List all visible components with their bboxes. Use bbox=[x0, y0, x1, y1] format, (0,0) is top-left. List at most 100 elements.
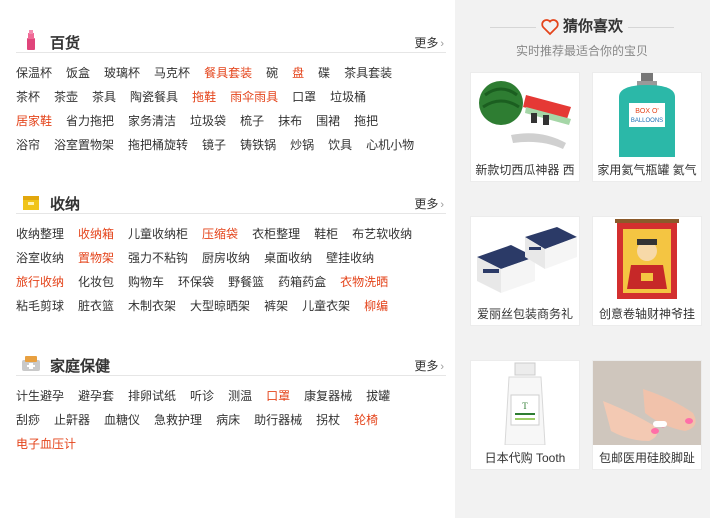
category-link[interactable]: 鞋柜 bbox=[314, 222, 338, 246]
category-link[interactable]: 浴帘 bbox=[16, 133, 40, 157]
product-card[interactable]: 包邮医用硅胶脚趾 bbox=[592, 360, 702, 470]
tag-row: 收纳整理 收纳箱 儿童收纳柜 压缩袋 衣柜整理 鞋柜 布艺软收纳 bbox=[16, 222, 446, 246]
category-link[interactable]: 止鼾器 bbox=[54, 408, 90, 432]
category-link[interactable]: 药箱药盒 bbox=[278, 270, 326, 294]
category-link[interactable]: 桌面收纳 bbox=[264, 246, 312, 270]
category-link[interactable]: 心机小物 bbox=[366, 133, 414, 157]
category-link[interactable]: 茶具 bbox=[92, 85, 116, 109]
tag-row: 浴室收纳 置物架 强力不粘钩 厨房收纳 桌面收纳 壁挂收纳 bbox=[16, 246, 446, 270]
category-link[interactable]: 饭盒 bbox=[66, 61, 90, 85]
category-link[interactable]: 茶杯 bbox=[16, 85, 40, 109]
product-card[interactable]: BOX O' BALLOONS 家用氦气瓶罐 氦气 bbox=[592, 72, 702, 182]
category-link[interactable]: 浴室置物架 bbox=[54, 133, 114, 157]
category-link[interactable]: 计生避孕 bbox=[16, 384, 64, 408]
tag-row: 浴帘 浴室置物架 拖把桶旋转 镜子 铸铁锅 炒锅 饮具 心机小物 bbox=[16, 133, 446, 157]
product-card[interactable]: T 日本代购 Tooth bbox=[470, 360, 580, 470]
category-link[interactable]: 购物车 bbox=[128, 270, 164, 294]
category-link[interactable]: 碗 bbox=[266, 61, 278, 85]
product-caption: 日本代购 Tooth bbox=[484, 451, 566, 465]
guess-subtitle: 实时推荐最适合你的宝贝 bbox=[515, 44, 648, 58]
category-link[interactable]: 脏衣篮 bbox=[78, 294, 114, 318]
chevron-right-icon: › bbox=[440, 199, 444, 211]
category-link[interactable]: 强力不粘钩 bbox=[128, 246, 188, 270]
category-link[interactable]: 拐杖 bbox=[316, 408, 340, 432]
category-link[interactable]: 保温杯 bbox=[16, 61, 52, 85]
category-link[interactable]: 测温 bbox=[228, 384, 252, 408]
category-link[interactable]: 收纳箱 bbox=[78, 222, 114, 246]
god-of-wealth-scroll-image bbox=[593, 217, 701, 301]
category-link[interactable]: 病床 bbox=[216, 408, 240, 432]
more-link[interactable]: 更多 › bbox=[414, 357, 444, 374]
category-link[interactable]: 口罩 bbox=[292, 85, 316, 109]
product-card[interactable]: 创意卷轴财神爷挂 bbox=[592, 216, 702, 326]
svg-text:BOX O': BOX O' bbox=[635, 108, 659, 115]
product-caption: 创意卷轴财神爷挂 bbox=[598, 307, 695, 321]
tag-row: 茶杯 茶壶 茶具 陶瓷餐具 拖鞋 雨伞雨具 口罩 垃圾桶 bbox=[16, 85, 446, 109]
category-link[interactable]: 衣柜整理 bbox=[252, 222, 300, 246]
category-link[interactable]: 省力拖把 bbox=[66, 109, 114, 133]
category-link[interactable]: 垃圾袋 bbox=[190, 109, 226, 133]
category-link[interactable]: 拖把 bbox=[354, 109, 378, 133]
more-link[interactable]: 更多 › bbox=[414, 34, 444, 51]
category-link[interactable]: 拖鞋 bbox=[192, 85, 216, 109]
category-link[interactable]: 木制衣架 bbox=[128, 294, 176, 318]
category-link[interactable]: 急救护理 bbox=[154, 408, 202, 432]
category-link[interactable]: 柳编 bbox=[364, 294, 388, 318]
category-link[interactable]: 收纳整理 bbox=[16, 222, 64, 246]
more-link[interactable]: 更多 › bbox=[414, 195, 444, 212]
category-link[interactable]: 碟 bbox=[318, 61, 330, 85]
category-link[interactable]: 听诊 bbox=[190, 384, 214, 408]
category-link[interactable]: 旅行收纳 bbox=[16, 270, 64, 294]
category-link[interactable]: 康复器械 bbox=[304, 384, 352, 408]
category-link[interactable]: 抹布 bbox=[278, 109, 302, 133]
category-link[interactable]: 避孕套 bbox=[78, 384, 114, 408]
category-link[interactable]: 大型晾晒架 bbox=[190, 294, 250, 318]
category-link[interactable]: 电子血压计 bbox=[16, 432, 76, 456]
category-link[interactable]: 梳子 bbox=[240, 109, 264, 133]
category-link[interactable]: 镜子 bbox=[202, 133, 226, 157]
category-link[interactable]: 厨房收纳 bbox=[202, 246, 250, 270]
product-card[interactable]: 爱丽丝包装商务礼 bbox=[470, 216, 580, 326]
category-link[interactable]: 拔罐 bbox=[366, 384, 390, 408]
category-link[interactable]: 垃圾桶 bbox=[330, 85, 366, 109]
category-link[interactable]: 裤架 bbox=[264, 294, 288, 318]
toothpaste-bottle-image: T bbox=[471, 361, 579, 445]
category-link[interactable]: 拖把桶旋转 bbox=[128, 133, 188, 157]
category-link[interactable]: 浴室收纳 bbox=[16, 246, 64, 270]
category-link[interactable]: 家务清洁 bbox=[128, 109, 176, 133]
category-link[interactable]: 口罩 bbox=[266, 384, 290, 408]
product-card[interactable]: 新款切西瓜神器 西 bbox=[470, 72, 580, 182]
category-link[interactable]: 铸铁锅 bbox=[240, 133, 276, 157]
category-link[interactable]: 血糖仪 bbox=[104, 408, 140, 432]
section-jiatingbaojian: 家庭保健 更多 › 计生避孕 避孕套 排卵试纸 听诊 测温 口罩 康复器械 拔罐 刮痧 止鼾器 血糖仪… bbox=[16, 350, 446, 456]
category-link[interactable]: 玻璃杯 bbox=[104, 61, 140, 85]
category-link[interactable]: 儿童收纳柜 bbox=[128, 222, 188, 246]
category-link[interactable]: 压缩袋 bbox=[202, 222, 238, 246]
category-link[interactable]: 化妆包 bbox=[78, 270, 114, 294]
category-link[interactable]: 茶壶 bbox=[54, 85, 78, 109]
tag-row: 电子血压计 bbox=[16, 432, 446, 456]
category-link[interactable]: 儿童衣架 bbox=[302, 294, 350, 318]
category-link[interactable]: 居家鞋 bbox=[16, 109, 52, 133]
category-link[interactable]: 刮痧 bbox=[16, 408, 40, 432]
category-link[interactable]: 马克杯 bbox=[154, 61, 190, 85]
tag-row: 计生避孕 避孕套 排卵试纸 听诊 测温 口罩 康复器械 拔罐 bbox=[16, 384, 446, 408]
category-link[interactable]: 餐具套装 bbox=[204, 61, 252, 85]
category-link[interactable]: 粘毛剪球 bbox=[16, 294, 64, 318]
category-link[interactable]: 陶瓷餐具 bbox=[130, 85, 178, 109]
category-link[interactable]: 助行器械 bbox=[254, 408, 302, 432]
category-link[interactable]: 衣物洗晒 bbox=[340, 270, 388, 294]
category-link[interactable]: 茶具套装 bbox=[344, 61, 392, 85]
category-link[interactable]: 盘 bbox=[292, 61, 304, 85]
category-link[interactable]: 布艺软收纳 bbox=[352, 222, 412, 246]
category-link[interactable]: 饮具 bbox=[328, 133, 352, 157]
category-link[interactable]: 围裙 bbox=[316, 109, 340, 133]
category-link[interactable]: 排卵试纸 bbox=[128, 384, 176, 408]
category-link[interactable]: 壁挂收纳 bbox=[326, 246, 374, 270]
category-link[interactable]: 炒锅 bbox=[290, 133, 314, 157]
category-link[interactable]: 轮椅 bbox=[354, 408, 378, 432]
category-link[interactable]: 置物架 bbox=[78, 246, 114, 270]
category-link[interactable]: 野餐篮 bbox=[228, 270, 264, 294]
category-link[interactable]: 环保袋 bbox=[178, 270, 214, 294]
category-link[interactable]: 雨伞雨具 bbox=[230, 85, 278, 109]
